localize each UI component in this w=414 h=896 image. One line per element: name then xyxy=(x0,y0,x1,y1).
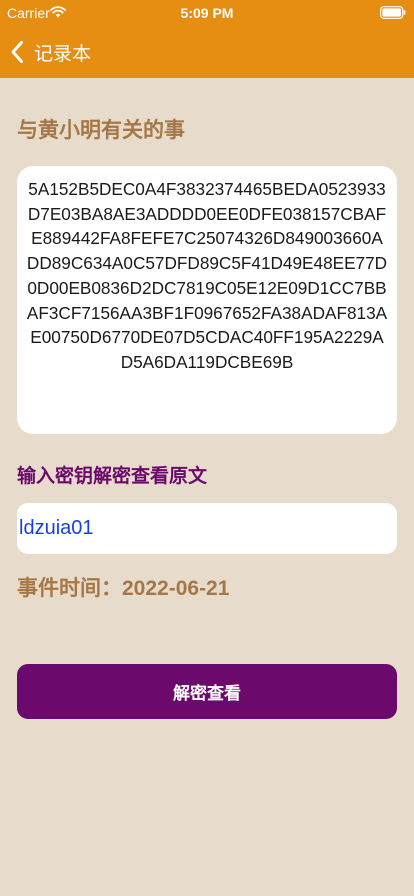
section-title: 与黄小明有关的事 xyxy=(17,118,185,142)
event-time-value: 2022-06-21 xyxy=(122,577,230,600)
back-button[interactable]: 记录本 xyxy=(10,38,91,66)
back-label: 记录本 xyxy=(34,42,92,65)
ciphertext: 5A152B5DEC0A4F3832374465BEDA0523933D7E03… xyxy=(26,179,388,372)
navigation-bar: 记录本 xyxy=(0,30,414,74)
clock: 5:09 PM xyxy=(180,5,234,21)
ciphertext-card: 5A152B5DEC0A4F3832374465BEDA0523933D7E03… xyxy=(17,166,397,434)
decrypt-view-button[interactable]: 解密查看 xyxy=(17,664,397,719)
event-time: 事件时间：2022-06-21 xyxy=(17,572,229,602)
status-bar: Carrier 5:09 PM xyxy=(0,0,414,28)
key-input-value: ldzuia01 xyxy=(19,517,94,539)
top-bar: Carrier 5:09 PM 记录本 xyxy=(0,0,414,78)
chevron-left-icon xyxy=(11,41,23,63)
key-prompt-label: 输入密钥解密查看原文 xyxy=(17,465,208,487)
battery-icon xyxy=(380,6,406,19)
event-time-label: 事件时间： xyxy=(17,576,122,600)
key-input[interactable]: ldzuia01 xyxy=(17,503,397,554)
screen: Carrier 5:09 PM 记录本 与黄小明有关的事 5A152B5DEC0… xyxy=(0,0,414,896)
